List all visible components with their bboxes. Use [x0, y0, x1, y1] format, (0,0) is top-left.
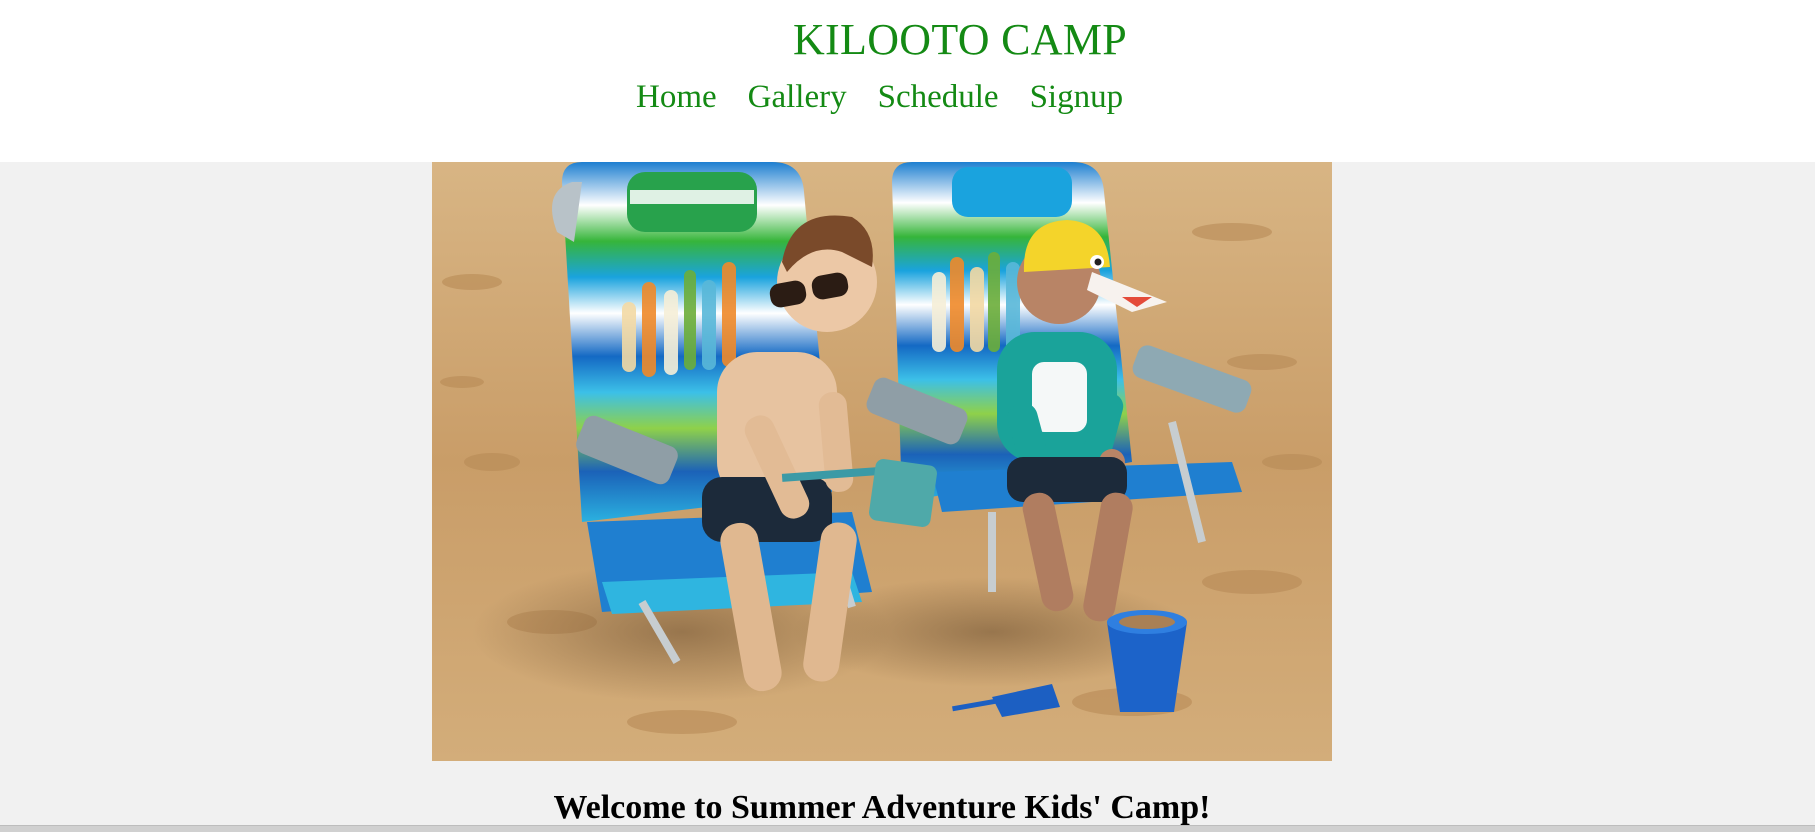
- hero-image: [432, 162, 1332, 761]
- main-nav: Home Gallery Schedule Signup: [636, 77, 1123, 117]
- hero-photo-illustration: [432, 162, 1332, 761]
- nav-link-signup[interactable]: Signup: [1030, 77, 1124, 117]
- nav-link-schedule[interactable]: Schedule: [878, 77, 999, 117]
- site-title: KILOOTO CAMP: [792, 15, 1128, 64]
- welcome-heading: Welcome to Summer Adventure Kids' Camp!: [553, 789, 1211, 826]
- nav-link-home[interactable]: Home: [636, 77, 717, 117]
- site-header: KILOOTO CAMP Home Gallery Schedule Signu…: [0, 0, 1815, 162]
- nav-link-gallery[interactable]: Gallery: [748, 77, 847, 117]
